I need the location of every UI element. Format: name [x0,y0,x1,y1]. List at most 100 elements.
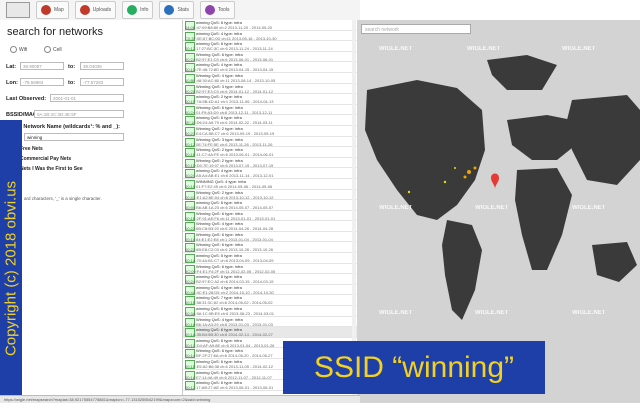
map-watermark: WIGLE.NET [562,46,596,52]
result-row[interactable]: Winning QoS: 4 type: infra 10:BF:48:30:AC… [183,73,357,84]
result-row[interactable]: winning QoS: 6 type: infra 04:0B:47:09:B8… [183,20,357,31]
map-icon [41,5,51,15]
lat-to-input[interactable]: 39.04035 [80,62,124,70]
wifi-radio[interactable]: Wifi [10,46,27,53]
top-nav-bar: Map Uploads Info Stats Tools [0,0,360,21]
result-row[interactable]: Winning QoS: 2 type: infra 00:1B:11:C7:4A… [183,147,357,158]
result-details: 00:24:A5:A4:AB:E1 ch:6 2013-11-14 - 2013… [185,173,274,179]
lon-to-input[interactable]: -77.57283 [80,78,124,86]
tab-uploads[interactable]: Uploads [74,1,117,19]
wigle-logo[interactable] [6,2,30,18]
result-details: 8C:09:F4:E1:F4:2F ch:11 2012-02-05 - 201… [185,268,276,274]
result-row[interactable]: Winning QoS: 6 type: infra 00:22:6B:E8:C2… [183,242,357,254]
result-details: 00:18:01:F7:E2:45 ch:6 2014-05-06 - 2014… [185,183,273,189]
lon-to-label: to: [68,80,76,86]
copyright-text: Copyright (c) 2018 obvi.us [2,180,20,357]
result-details: 00:12:17:27:BC:3C ch:6 2013-11-24 - 2013… [185,46,273,52]
result-details: 00:24:B2:97:E1:C0 ch:6 2013-06-01 - 2013… [185,56,274,62]
result-row[interactable]: winning QoS: 6 type: infra 0E:18:D6:24:A5… [183,115,357,126]
upload-icon [79,5,90,15]
status-bar-url: https://wigle.net/mapsearch?maplat=38.92… [0,395,360,403]
bssid-input[interactable]: 0A:1B:2C:3D:4E:5F [34,110,124,118]
result-row[interactable]: winning QoS: 4 type: infra 00:1D:7E:46:72… [183,62,357,73]
result-row[interactable]: Winning QoS: 6 type: infra 00:1B:2F:91:AE… [183,211,357,222]
last-observed-input[interactable]: 2001-01-01 [50,94,124,102]
map-watermark: WIGLE.NET [467,46,501,52]
result-row[interactable]: Winning QoS: 3 type: infra 00:26:B2:97:E3… [183,84,357,95]
result-row[interactable]: winning QoS: 5 type: infra 00:1A:70:4A:B1… [183,253,357,264]
result-row[interactable]: Winning QoS: 6 type: infra 00:18:84:E1:E2… [183,232,357,243]
result-details: 00:1F:7A:5B:4D:A1 ch:1 2013-11-06 - 2014… [185,99,274,105]
free-nets-checkbox[interactable]: Free Nets [20,146,43,152]
map-watermark: WIGLE.NET [379,310,413,316]
result-details: 00:18:E7:14:4A:49 ch:6 2012-11-07 - 2012… [185,374,272,380]
wildcard-footnote: ard characters, '_' is a single characte… [24,196,102,201]
result-row[interactable]: winning QoS: 6 type: infra 00:24:B2:97:EC… [183,274,357,285]
result-row[interactable]: Winning QoS: 2 type: infra 00:4C:E1:A2:6E… [183,190,357,201]
result-details: 00:1E:58:31:3C:62 ch:6 2014-05-02 - 2014… [185,300,273,306]
result-row[interactable]: winning QoS: 6 type: infra 00:90:B6:AB:1A… [183,200,357,211]
tab-stats[interactable]: Stats [159,1,194,19]
result-details: 00:24:B2:97:EC:A2 ch:6 2014-03-15 - 2014… [185,279,274,285]
result-details: C0:3F:0E:67:BC:0D ch:11 2013-05-16 - 201… [185,35,277,41]
result-row[interactable]: Winning QoS: 2 type: infra 00:23:E4:CA:5B… [183,126,357,137]
result-details: 00:1C:D4:AF:A9:8E ch:6 2013-01-04 - 2013… [185,342,275,348]
result-row[interactable]: winning QoS: 6 type: infra 00:3A:9A:1C:0B… [183,306,357,317]
map-watermark: WIGLE.NET [572,205,606,211]
map-watermark: WIGLE.NET [379,46,413,52]
result-details: 00:1D:7E:46:72:8D ch:6 2013-04-15 - 2013… [185,67,274,73]
copyright-overlay: Copyright (c) 2018 obvi.us [0,120,22,400]
map-search-input[interactable]: search network [361,24,471,34]
result-details: 00:14:BF:2F:27:6A ch:6 2014-05-20 - 2014… [185,353,273,359]
cell-radio[interactable]: Cell [44,46,62,53]
stats-icon [164,5,175,15]
result-row[interactable]: winning QoS: 6 type: infra 00:1A:35:B4:5B… [183,327,357,338]
radio-icon [44,46,51,53]
lat-from-input[interactable]: 38.90097 [20,62,64,70]
result-row[interactable]: winning QoS: 2 type: infra 00:1F:7A:5B:4D… [183,94,357,105]
result-details: 00:22:6B:C8:B3:20 ch:6 2014-04-26 - 2014… [185,226,274,232]
tab-info[interactable]: Info [122,1,154,19]
result-details: 04:0B:47:09:B8:80 ch:2 2013-11-20 - 2014… [185,25,273,30]
result-details: 00:12:0E:74:FE:5E ch:6 2013-11-26 - 2013… [185,141,273,147]
result-details: 00:23:E4:CA:5B:C7 ch:6 2013-09-19 - 2013… [185,130,275,136]
result-details: 00:24:01:F9:A3:D9 ch:6 2013-12-11 - 2013… [185,109,273,115]
result-row[interactable]: winning QoS: 6 type: infra 00:12:17:27:BC… [183,41,357,52]
results-scrollbar[interactable] [352,20,356,395]
result-details: 00:16:B6:1A:A3:29 ch:6 2013-01-03 - 2013… [185,321,273,327]
lat-to-label: to: [68,64,76,70]
lat-label: Lat: [6,64,17,70]
first-to-see-checkbox[interactable]: Nets I Was the First to See [20,166,83,172]
result-details: 00:4C:E1:A2:6E:04 ch:6 2013-10-12 - 2013… [185,194,274,200]
result-row[interactable]: winning QoS: 4 type: infra 00:24:A5:A4:AB… [183,168,357,179]
result-details: 00:1D:D0:7E:19:07 ch:6 2013-07-19 - 2013… [185,162,274,168]
map-pin-icon[interactable] [491,173,499,190]
page-title: search for networks [7,26,103,38]
lon-from-input[interactable]: -78.56984 [20,78,64,86]
ssid-label: SSID / Network Name (wildcards¹: % and _… [6,124,120,130]
result-details: 00:90:B6:AB:1A:23 ch:6 2014-05-07 - 2014… [185,205,274,211]
result-details: 0E:18:D6:24:A5:79 ch:6 2014-02-22 - 2014… [185,120,273,126]
tab-map[interactable]: Map [36,1,69,19]
search-panel: search for networks Wifi Cell Lat: 38.90… [0,20,182,395]
result-details: 00:22:6B:E8:C2:03 ch:6 2013-10-26 - 2013… [185,247,274,253]
result-row[interactable]: Winning QoS: 6 type: infra 00:24:01:F9:A3… [183,105,357,116]
result-row[interactable]: winning QoS: 7 type: infra 00:1E:58:31:3C… [183,295,357,307]
result-details: 00:1B:2F:91:AE:F6 ch:11 2013-01-01 - 201… [185,215,276,221]
commercial-nets-checkbox[interactable]: Commercial Pay Nets [20,156,71,162]
result-row[interactable]: WINNING QoS: 4 type: infra 00:18:01:F7:E2… [183,179,357,190]
results-list: winning QoS: 6 type: infra 04:0B:47:09:B8… [182,20,357,395]
result-row[interactable]: winning QoS: 4 type: infra 00:4A:4C:E1:28… [183,285,357,296]
result-row[interactable]: winning QoS: 4 type: infra C0:3F:0E:67:BC… [183,31,357,42]
result-row[interactable]: Winning QoS: 6 type: infra 8C:09:F4:E1:F4… [183,264,357,275]
tab-tools[interactable]: Tools [199,1,235,19]
result-row[interactable]: Winning QoS: 4 type: infra 00:16:B6:1A:A3… [183,317,357,328]
result-row[interactable]: Winning QoS: 4 type: infra 00:22:6B:C8:B3… [183,221,357,232]
result-row[interactable]: Winning QoS: 3 type: infra 00:12:0E:74:FE… [183,137,357,148]
ssid-input[interactable]: winning [24,133,124,141]
result-details: 00:4A:4C:E1:28:D5 ch:2 2014-10-10 - 2014… [185,289,274,295]
result-row[interactable]: Winning QoS: 6 type: infra 00:24:B2:97:E1… [183,52,357,63]
result-row[interactable]: Winning QoS: 2 type: infra 00:1D:D0:7E:19… [183,158,357,169]
info-icon [127,5,138,15]
result-details: 00:18:84:E1:E2:E8 ch:1 2013-01-04 - 2013… [185,236,273,242]
